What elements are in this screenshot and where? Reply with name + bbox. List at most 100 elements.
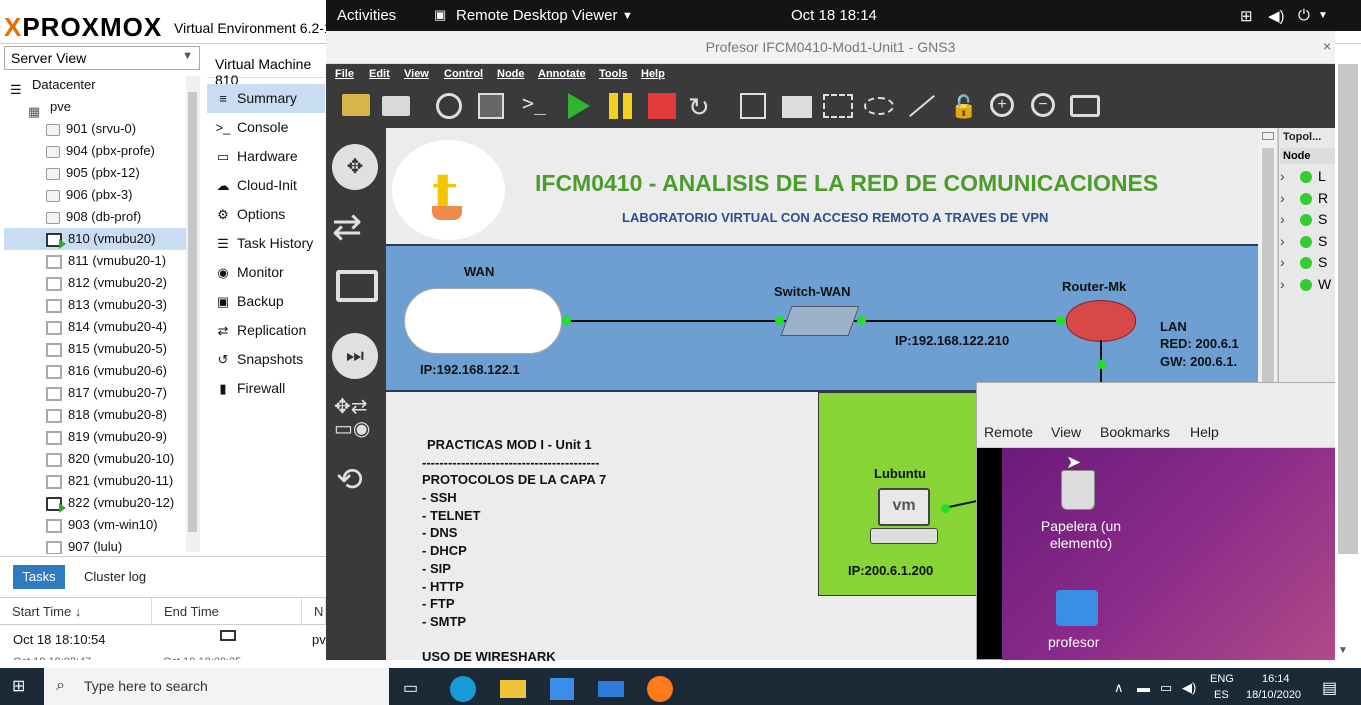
remote-titlebar[interactable]: [977, 383, 1335, 419]
add-link-icon[interactable]: ⟲: [336, 460, 363, 498]
menu-remote[interactable]: Remote: [984, 424, 1033, 440]
home-folder-icon[interactable]: [1056, 590, 1098, 626]
topology-node-item[interactable]: › L: [1280, 166, 1335, 186]
trash-label[interactable]: Papelera (un elemento): [1026, 518, 1136, 552]
expand-arrow-icon[interactable]: ›: [1280, 166, 1292, 186]
menu-item-console[interactable]: >_ Console: [207, 113, 325, 142]
tree-vm-item[interactable]: 904 (pbx-profe): [4, 140, 186, 162]
power-icon[interactable]: ⏻: [1298, 7, 1310, 24]
tray-chevron-up-icon[interactable]: ∧: [1114, 680, 1124, 696]
firefox-icon[interactable]: [647, 676, 673, 702]
search-box[interactable]: Type here to search: [44, 668, 389, 705]
file-explorer-icon[interactable]: [500, 680, 526, 698]
routers-icon[interactable]: ✥: [332, 144, 378, 190]
tree-vm-item[interactable]: 908 (db-prof): [4, 206, 186, 228]
cloud-icon[interactable]: [404, 288, 562, 354]
gns3-menu-view[interactable]: View: [404, 68, 429, 80]
menu-item-snapshots[interactable]: ↺ Snapshots: [207, 345, 325, 374]
tree-vm-item[interactable]: 821 (vmubu20-11): [4, 470, 186, 492]
tree-scrollbar-thumb[interactable]: [188, 92, 197, 532]
menu-help[interactable]: Help: [1190, 424, 1219, 440]
column-end-time[interactable]: End Time: [152, 597, 302, 625]
topology-node-item[interactable]: › S: [1280, 209, 1335, 229]
folder-icon[interactable]: [382, 96, 410, 116]
gns3-menu-file[interactable]: File: [335, 68, 354, 80]
volume-icon[interactable]: ◀): [1268, 7, 1285, 25]
clock-icon[interactable]: [436, 93, 462, 119]
open-folder-icon[interactable]: [342, 94, 370, 116]
network-tray-icon[interactable]: ▭: [1160, 680, 1172, 696]
mail-icon[interactable]: [598, 681, 624, 697]
task-view-icon[interactable]: ▭: [403, 678, 418, 698]
camera-icon[interactable]: [1070, 95, 1100, 117]
topology-node-item[interactable]: › S: [1280, 231, 1335, 251]
app-menu[interactable]: Remote Desktop Viewer: [456, 7, 617, 24]
all-devices-icon[interactable]: ✥⇄ ▭◉: [334, 396, 370, 440]
column-start-time[interactable]: Start Time ↓: [0, 597, 152, 625]
tree-datacenter[interactable]: ☰ Datacenter: [4, 74, 186, 97]
expand-arrow-icon[interactable]: ›: [1280, 188, 1292, 208]
column-node[interactable]: N: [302, 597, 326, 625]
tree-vm-item[interactable]: 906 (pbx-3): [4, 184, 186, 206]
tree-vm-item[interactable]: 822 (vmubu20-12): [4, 492, 186, 514]
scroll-up-icon[interactable]: [1262, 132, 1274, 140]
switch-icon[interactable]: [780, 306, 860, 336]
gns3-menu-edit[interactable]: Edit: [369, 68, 390, 80]
home-folder-label[interactable]: profesor: [1048, 634, 1099, 650]
expand-arrow-icon[interactable]: ›: [1280, 209, 1292, 229]
topology-column-node[interactable]: Node: [1280, 148, 1335, 164]
tree-vm-item[interactable]: 813 (vmubu20-3): [4, 294, 186, 316]
zoom-in-icon[interactable]: +: [990, 93, 1014, 117]
tree-vm-item[interactable]: 812 (vmubu20-2): [4, 272, 186, 294]
expand-arrow-icon[interactable]: ›: [1280, 274, 1292, 294]
tree-vm-item[interactable]: 817 (vmubu20-7): [4, 382, 186, 404]
menu-item-firewall[interactable]: ▮ Firewall: [207, 374, 325, 403]
tree-vm-item[interactable]: 819 (vmubu20-9): [4, 426, 186, 448]
notifications-icon[interactable]: ▤: [1322, 678, 1337, 698]
edge-icon[interactable]: [450, 676, 476, 702]
console-icon[interactable]: >_: [522, 91, 546, 115]
tree-vm-item[interactable]: 901 (srvu-0): [4, 118, 186, 140]
menu-item-options[interactable]: ⚙ Options: [207, 200, 325, 229]
menu-item-task-history[interactable]: ☰ Task History: [207, 229, 325, 258]
tree-vm-item[interactable]: 820 (vmubu20-10): [4, 448, 186, 470]
gns3-menu-control[interactable]: Control: [444, 68, 483, 80]
menu-item-backup[interactable]: ▣ Backup: [207, 287, 325, 316]
lock-icon[interactable]: 🔓: [950, 94, 977, 120]
gns3-menu-node[interactable]: Node: [497, 68, 525, 80]
image-icon[interactable]: [782, 96, 812, 118]
scroll-down-icon[interactable]: ▼: [1338, 645, 1348, 656]
menu-item-cloud-init[interactable]: ☁ Cloud-Init: [207, 171, 325, 200]
snapshot-icon[interactable]: [478, 93, 504, 119]
switches-icon[interactable]: ⇄: [332, 206, 362, 248]
windows-start-icon[interactable]: ⊞: [12, 679, 28, 695]
stop-icon[interactable]: [648, 93, 676, 119]
tab-cluster-log[interactable]: Cluster log: [84, 565, 146, 589]
close-icon[interactable]: ×: [1323, 38, 1331, 54]
menu-item-summary[interactable]: ≡ Summary: [207, 84, 325, 113]
menu-bookmarks[interactable]: Bookmarks: [1100, 424, 1170, 440]
gns3-menu-help[interactable]: Help: [641, 68, 665, 80]
tree-vm-item[interactable]: 903 (vm-win10): [4, 514, 186, 536]
rectangle-icon[interactable]: [823, 94, 853, 118]
canvas-scrollbar-thumb[interactable]: [1262, 148, 1274, 388]
tree-node[interactable]: ▦ pve: [4, 96, 186, 119]
line-icon[interactable]: [909, 94, 935, 118]
topology-node-item[interactable]: › S: [1280, 252, 1335, 272]
activities-button[interactable]: Activities: [337, 7, 396, 24]
tray-date[interactable]: 18/10/2020: [1246, 689, 1301, 701]
gns3-menu-tools[interactable]: Tools: [599, 68, 628, 80]
trash-icon[interactable]: [1061, 470, 1095, 510]
pause-icon[interactable]: [609, 93, 618, 119]
tree-vm-item[interactable]: 811 (vmubu20-1): [4, 250, 186, 272]
menu-item-monitor[interactable]: ◉ Monitor: [207, 258, 325, 287]
play-icon[interactable]: [568, 93, 590, 119]
tree-vm-item[interactable]: 814 (vmubu20-4): [4, 316, 186, 338]
speaker-icon[interactable]: ◀): [1182, 680, 1196, 696]
store-icon[interactable]: [550, 678, 574, 700]
host-scrollbar-thumb[interactable]: [1338, 64, 1358, 554]
end-devices-icon[interactable]: [336, 270, 378, 302]
menu-item-hardware[interactable]: ▭ Hardware: [207, 142, 325, 171]
tray-time[interactable]: 16:14: [1262, 673, 1290, 685]
router-icon[interactable]: [1066, 300, 1136, 342]
